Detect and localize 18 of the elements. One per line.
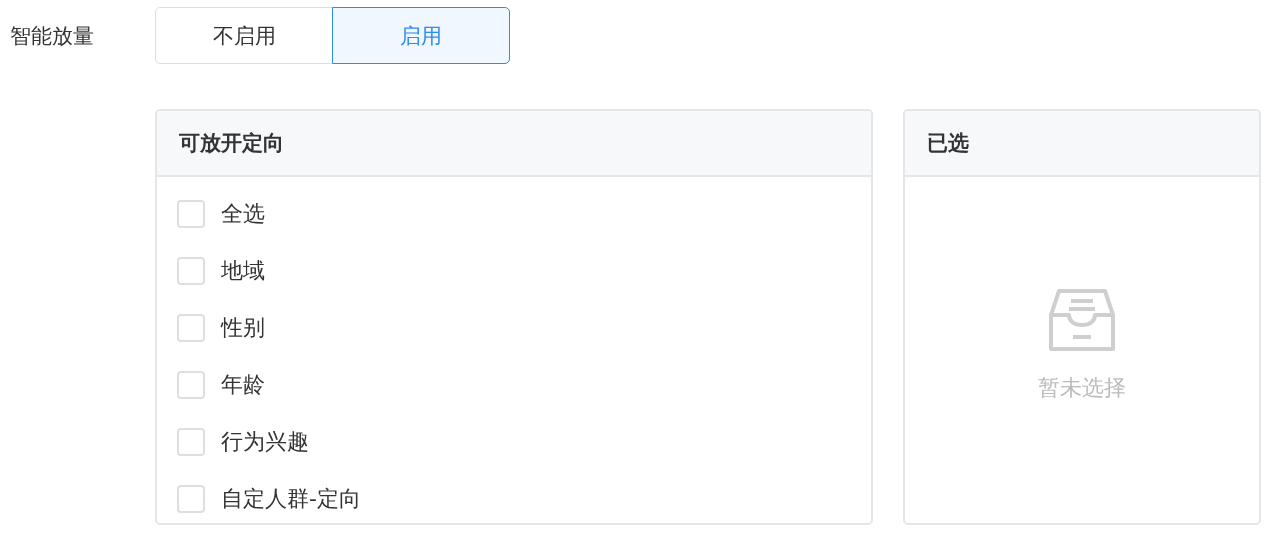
checkbox-label[interactable]: 年龄 [221, 369, 265, 400]
panel-title: 可放开定向 [179, 130, 284, 157]
checkbox-label[interactable]: 行为兴趣 [221, 426, 309, 457]
checkbox-label[interactable]: 地域 [221, 255, 265, 286]
checkbox[interactable] [177, 370, 205, 399]
panel-title: 已选 [927, 130, 969, 157]
empty-text: 暂未选择 [1038, 374, 1126, 402]
inbox-icon [1049, 287, 1115, 353]
checkbox-label[interactable]: 自定人群-定向 [221, 483, 361, 514]
checkbox[interactable] [177, 484, 205, 513]
segment-option[interactable]: 不启用 [155, 7, 333, 64]
checkbox[interactable] [177, 427, 205, 456]
checkbox-label[interactable]: 性别 [221, 312, 265, 343]
field-label: 智能放量 [10, 22, 95, 50]
checkbox[interactable] [177, 199, 205, 228]
checkbox-label[interactable]: 全选 [221, 198, 265, 229]
checkbox[interactable] [177, 256, 205, 285]
checkbox[interactable] [177, 313, 205, 342]
